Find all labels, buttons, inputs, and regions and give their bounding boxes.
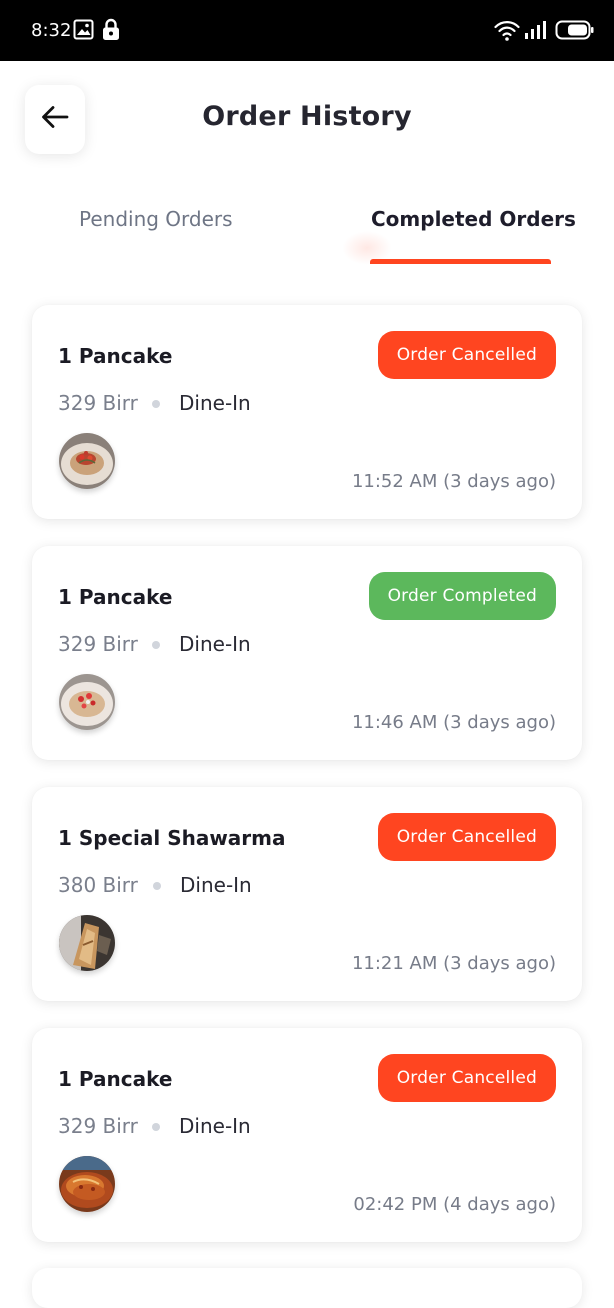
order-price: 380 Birr bbox=[58, 873, 138, 897]
order-card[interactable]: 1 Special Shawarma Order Cancelled 380 B… bbox=[32, 787, 582, 1001]
tab-pending-orders[interactable]: Pending Orders bbox=[79, 207, 233, 231]
order-card[interactable]: 1 Pancake Order Cancelled 329 Birr Dine-… bbox=[32, 305, 582, 519]
active-tab-indicator bbox=[370, 259, 551, 264]
order-price: 329 Birr bbox=[58, 1114, 138, 1138]
order-card-partial[interactable] bbox=[32, 1268, 582, 1308]
order-price: 329 Birr bbox=[58, 632, 138, 656]
status-badge: Order Completed bbox=[368, 572, 556, 620]
separator-dot bbox=[153, 882, 161, 890]
status-bar: 8:32 bbox=[0, 0, 614, 61]
order-type: Dine-In bbox=[179, 632, 251, 656]
order-title: 1 Pancake bbox=[58, 1067, 173, 1091]
order-price: 329 Birr bbox=[58, 391, 138, 415]
order-card[interactable]: 1 Pancake Order Cancelled 329 Birr Dine-… bbox=[32, 1028, 582, 1242]
order-title: 1 Pancake bbox=[58, 585, 173, 609]
separator-dot bbox=[152, 1123, 160, 1131]
page-title: Order History bbox=[202, 101, 412, 132]
order-time: 11:21 AM (3 days ago) bbox=[351, 953, 556, 974]
wifi-icon bbox=[494, 18, 520, 47]
order-time: 11:46 AM (3 days ago) bbox=[351, 712, 556, 733]
order-time: 11:52 AM (3 days ago) bbox=[351, 471, 556, 492]
status-badge: Order Cancelled bbox=[377, 1054, 556, 1102]
separator-dot bbox=[152, 400, 160, 408]
lock-icon bbox=[102, 18, 120, 46]
status-time: 8:32 bbox=[31, 20, 72, 41]
tab-completed-orders[interactable]: Completed Orders bbox=[371, 207, 576, 231]
order-type: Dine-In bbox=[179, 391, 251, 415]
order-title: 1 Pancake bbox=[58, 344, 173, 368]
separator-dot bbox=[152, 641, 160, 649]
food-thumbnail bbox=[59, 1156, 115, 1212]
food-thumbnail bbox=[59, 433, 115, 489]
image-icon bbox=[73, 19, 94, 45]
order-card[interactable]: 1 Pancake Order Completed 329 Birr Dine-… bbox=[32, 546, 582, 760]
status-badge: Order Cancelled bbox=[377, 813, 556, 861]
order-title: 1 Special Shawarma bbox=[58, 826, 286, 850]
signal-icon bbox=[524, 20, 548, 45]
food-thumbnail bbox=[59, 915, 115, 971]
order-tabs: Pending Orders Completed Orders bbox=[0, 195, 614, 275]
status-badge: Order Cancelled bbox=[377, 331, 556, 379]
order-type: Dine-In bbox=[180, 873, 252, 897]
food-thumbnail bbox=[59, 674, 115, 730]
battery-icon bbox=[555, 20, 595, 45]
order-type: Dine-In bbox=[179, 1114, 251, 1138]
order-time: 02:42 PM (4 days ago) bbox=[353, 1194, 556, 1215]
app-header: Order History bbox=[0, 61, 614, 181]
